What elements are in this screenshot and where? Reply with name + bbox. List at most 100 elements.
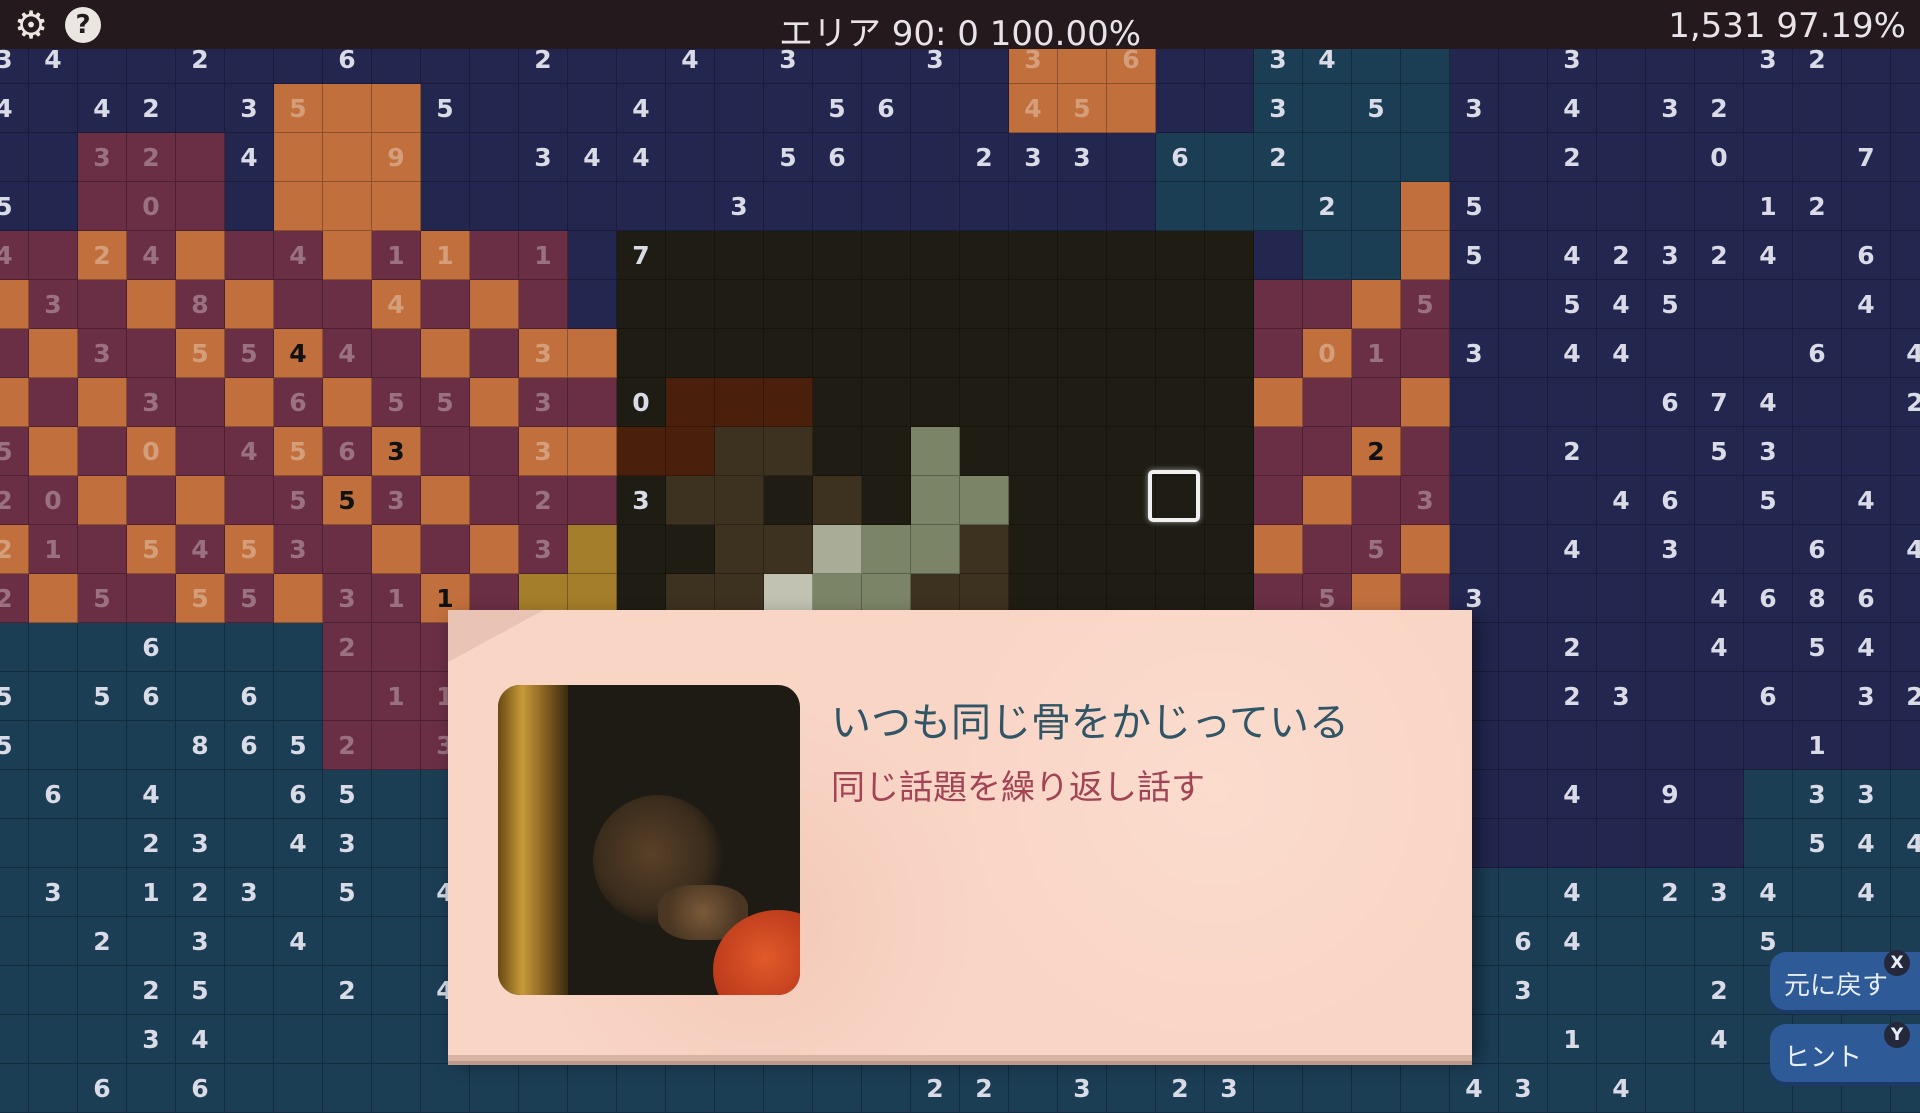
grid-cell[interactable] (911, 231, 960, 280)
grid-cell[interactable] (1303, 525, 1352, 574)
grid-cell[interactable] (225, 280, 274, 329)
grid-cell[interactable] (1156, 427, 1205, 476)
grid-cell[interactable]: 2 (1646, 868, 1695, 917)
grid-cell[interactable]: 6 (1842, 574, 1891, 623)
grid-cell[interactable]: 2 (1695, 966, 1744, 1015)
grid-cell[interactable] (1401, 231, 1450, 280)
grid-cell[interactable] (764, 182, 813, 231)
grid-cell[interactable] (1548, 476, 1597, 525)
grid-cell[interactable] (421, 427, 470, 476)
grid-cell[interactable] (911, 280, 960, 329)
grid-cell[interactable] (1499, 378, 1548, 427)
grid-cell[interactable]: 7 (1695, 378, 1744, 427)
grid-cell[interactable]: 7 (1842, 133, 1891, 182)
grid-cell[interactable]: 1 (1548, 1015, 1597, 1064)
grid-cell[interactable]: 4 (1891, 819, 1920, 868)
grid-cell[interactable] (274, 1015, 323, 1064)
grid-cell[interactable]: 3 (617, 476, 666, 525)
grid-cell[interactable] (1352, 280, 1401, 329)
grid-cell[interactable] (666, 329, 715, 378)
grid-cell[interactable]: 5 (274, 476, 323, 525)
grid-cell[interactable]: 6 (323, 427, 372, 476)
grid-cell[interactable]: 4 (0, 84, 29, 133)
grid-cell[interactable] (78, 427, 127, 476)
grid-cell[interactable]: 2 (1352, 427, 1401, 476)
grid-cell[interactable] (176, 770, 225, 819)
grid-cell[interactable] (127, 280, 176, 329)
grid-cell[interactable]: 4 (1891, 329, 1920, 378)
grid-cell[interactable] (421, 1064, 470, 1113)
grid-cell[interactable] (666, 84, 715, 133)
grid-cell[interactable] (470, 378, 519, 427)
grid-cell[interactable]: 5 (176, 329, 225, 378)
grid-cell[interactable] (1107, 1064, 1156, 1113)
grid-cell[interactable] (1254, 182, 1303, 231)
grid-cell[interactable]: 6 (1646, 476, 1695, 525)
grid-cell[interactable] (78, 1015, 127, 1064)
grid-cell[interactable]: 3 (1450, 84, 1499, 133)
grid-cell[interactable] (1401, 1064, 1450, 1113)
grid-cell[interactable] (1891, 868, 1920, 917)
grid-cell[interactable] (225, 1064, 274, 1113)
grid-cell[interactable]: 5 (1450, 182, 1499, 231)
grid-cell[interactable] (519, 182, 568, 231)
grid-cell[interactable]: 2 (323, 966, 372, 1015)
grid-cell[interactable]: 6 (862, 84, 911, 133)
grid-cell[interactable] (1499, 329, 1548, 378)
grid-cell[interactable] (1450, 378, 1499, 427)
grid-cell[interactable] (1401, 378, 1450, 427)
grid-cell[interactable]: 4 (176, 1015, 225, 1064)
grid-cell[interactable]: 3 (29, 280, 78, 329)
grid-cell[interactable] (1205, 427, 1254, 476)
grid-cell[interactable] (274, 280, 323, 329)
grid-cell[interactable] (1058, 231, 1107, 280)
grid-cell[interactable] (1548, 819, 1597, 868)
grid-cell[interactable] (1597, 574, 1646, 623)
grid-cell[interactable]: 3 (1842, 672, 1891, 721)
grid-cell[interactable] (372, 721, 421, 770)
grid-cell[interactable]: 1 (1744, 182, 1793, 231)
grid-cell[interactable] (1499, 476, 1548, 525)
grid-cell[interactable] (225, 476, 274, 525)
grid-cell[interactable] (176, 623, 225, 672)
grid-cell[interactable]: 5 (764, 133, 813, 182)
grid-cell[interactable] (470, 231, 519, 280)
grid-cell[interactable] (127, 917, 176, 966)
grid-cell[interactable] (274, 966, 323, 1015)
grid-cell[interactable] (1597, 525, 1646, 574)
grid-cell[interactable] (29, 574, 78, 623)
grid-cell[interactable]: 5 (1058, 84, 1107, 133)
grid-cell[interactable] (0, 917, 29, 966)
grid-cell[interactable] (421, 476, 470, 525)
grid-cell[interactable]: 4 (1548, 868, 1597, 917)
grid-cell[interactable] (617, 329, 666, 378)
grid-cell[interactable] (1695, 525, 1744, 574)
grid-cell[interactable]: 4 (274, 231, 323, 280)
grid-cell[interactable]: 4 (1842, 868, 1891, 917)
grid-cell[interactable] (1793, 84, 1842, 133)
grid-cell[interactable]: 3 (715, 182, 764, 231)
grid-cell[interactable] (1646, 672, 1695, 721)
grid-cell[interactable] (421, 329, 470, 378)
grid-cell[interactable] (470, 1064, 519, 1113)
grid-cell[interactable] (29, 672, 78, 721)
grid-cell[interactable] (323, 1064, 372, 1113)
grid-cell[interactable] (1744, 721, 1793, 770)
grid-cell[interactable]: 9 (372, 133, 421, 182)
grid-cell[interactable] (1646, 1064, 1695, 1113)
grid-cell[interactable] (911, 133, 960, 182)
grid-cell[interactable] (323, 1015, 372, 1064)
grid-cell[interactable] (1646, 721, 1695, 770)
grid-cell[interactable]: 2 (1695, 231, 1744, 280)
grid-cell[interactable] (1303, 280, 1352, 329)
grid-cell[interactable] (29, 966, 78, 1015)
grid-cell[interactable] (176, 378, 225, 427)
grid-cell[interactable]: 3 (1499, 1064, 1548, 1113)
grid-cell[interactable] (1254, 378, 1303, 427)
grid-cell[interactable] (764, 231, 813, 280)
grid-cell[interactable] (1793, 427, 1842, 476)
grid-cell[interactable] (29, 1015, 78, 1064)
grid-cell[interactable] (862, 329, 911, 378)
grid-cell[interactable] (1303, 476, 1352, 525)
grid-cell[interactable] (862, 476, 911, 525)
